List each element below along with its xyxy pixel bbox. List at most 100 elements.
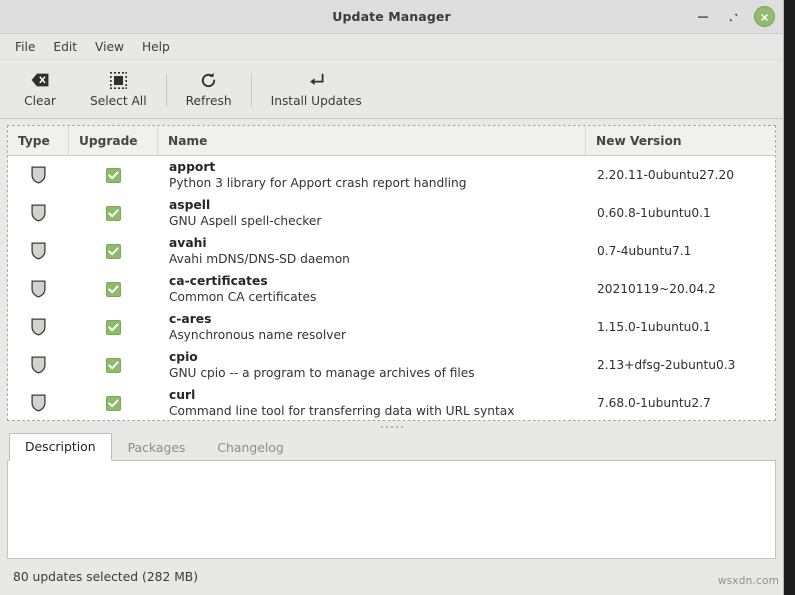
package-name: aspell: [169, 197, 211, 212]
toolbar-separator-2: [250, 73, 252, 107]
window-controls: [694, 0, 775, 33]
shield-icon: [31, 280, 46, 298]
cell-new-version: 0.60.8-1ubuntu0.1: [597, 206, 711, 220]
package-description: Asynchronous name resolver: [169, 327, 346, 342]
table-row[interactable]: curl Command line tool for transferring d…: [8, 384, 775, 420]
select-all-button[interactable]: Select All: [76, 62, 161, 118]
cell-upgrade[interactable]: [69, 194, 158, 232]
package-description: GNU Aspell spell-checker: [169, 213, 322, 228]
cell-upgrade[interactable]: [69, 270, 158, 308]
cell-new-version: 7.68.0-1ubuntu2.7: [597, 396, 711, 410]
cell-name: avahi Avahi mDNS/DNS-SD daemon: [158, 232, 586, 270]
refresh-label: Refresh: [185, 93, 232, 108]
refresh-icon: [200, 71, 217, 90]
package-description: Python 3 library for Apport crash report…: [169, 175, 467, 190]
cell-upgrade[interactable]: [69, 308, 158, 346]
titlebar[interactable]: Update Manager: [0, 0, 783, 34]
cell-name: cpio GNU cpio -- a program to manage arch…: [158, 346, 586, 384]
shield-icon: [31, 318, 46, 336]
upgrade-checkbox[interactable]: [106, 319, 121, 335]
package-name: cpio: [169, 349, 198, 364]
package-description: GNU cpio -- a program to manage archives…: [169, 365, 475, 380]
cell-new-version: 2.20.11-0ubuntu27.20: [597, 168, 734, 182]
shield-icon: [31, 394, 46, 412]
clear-icon: [31, 71, 49, 90]
package-name: curl: [169, 387, 196, 402]
cell-name: c-ares Asynchronous name resolver: [158, 308, 586, 346]
table-row[interactable]: cpio GNU cpio -- a program to manage arch…: [8, 346, 775, 384]
close-button[interactable]: [754, 6, 775, 27]
tab-description[interactable]: Description: [9, 433, 112, 461]
cell-upgrade[interactable]: [69, 232, 158, 270]
cell-type: [8, 384, 69, 420]
cell-new-version: 2.13+dfsg-2ubuntu0.3: [597, 358, 736, 372]
shield-icon: [31, 166, 46, 184]
toolbar-separator-1: [165, 73, 167, 107]
toolbar: Clear Select All Refresh Install Updates: [0, 60, 783, 119]
upgrade-checkbox[interactable]: [106, 395, 121, 411]
cell-type: [8, 156, 69, 194]
select-all-icon: [109, 71, 127, 90]
menu-edit[interactable]: Edit: [44, 37, 86, 57]
upgrade-checkbox[interactable]: [106, 205, 121, 221]
package-name: apport: [169, 159, 216, 174]
clear-button[interactable]: Clear: [4, 62, 76, 118]
cell-name: aspell GNU Aspell spell-checker: [158, 194, 586, 232]
install-updates-button[interactable]: Install Updates: [257, 62, 376, 118]
upgrade-checkbox[interactable]: [106, 243, 121, 259]
splitter-dot: [395, 425, 398, 428]
cell-new-version: 20210119~20.04.2: [597, 282, 716, 296]
tab-packages[interactable]: Packages: [112, 434, 202, 461]
window-title: Update Manager: [332, 9, 451, 24]
tab-changelog[interactable]: Changelog: [201, 434, 299, 461]
column-header-type[interactable]: Type: [8, 126, 69, 155]
upgrade-checkbox[interactable]: [106, 281, 121, 297]
package-description: Command line tool for transferring data …: [169, 403, 515, 418]
update-manager-window: Update Manager File Edit View Help Clear…: [0, 0, 784, 595]
cell-type: [8, 346, 69, 384]
menu-file[interactable]: File: [6, 37, 44, 57]
cell-upgrade[interactable]: [69, 346, 158, 384]
cell-new-version: 0.7-4ubuntu7.1: [597, 244, 692, 258]
shield-icon: [31, 242, 46, 260]
watermark: wsxdn.com: [717, 575, 779, 587]
cell-type: [8, 270, 69, 308]
maximize-icon: [729, 7, 738, 26]
table-row[interactable]: aspell GNU Aspell spell-checker 0.60.8-1ub…: [8, 194, 775, 232]
cell-upgrade[interactable]: [69, 156, 158, 194]
table-row[interactable]: c-ares Asynchronous name resolver 1.15.0-1…: [8, 308, 775, 346]
cell-name: ca-certificates Common CA certificates: [158, 270, 586, 308]
package-description: Common CA certificates: [169, 289, 317, 304]
install-updates-icon: [308, 71, 325, 90]
details-tabstrip: Description Packages Changelog: [7, 432, 776, 461]
table-row[interactable]: apport Python 3 library for Apport crash …: [8, 156, 775, 194]
cell-name: curl Command line tool for transferring d…: [158, 384, 586, 420]
select-all-label: Select All: [90, 93, 147, 108]
description-panel[interactable]: [7, 461, 776, 559]
screenshot-root: Update Manager File Edit View Help Clear…: [0, 0, 795, 595]
close-icon: [760, 7, 769, 26]
maximize-button[interactable]: [724, 8, 742, 26]
menu-help[interactable]: Help: [133, 37, 179, 57]
refresh-button[interactable]: Refresh: [172, 62, 246, 118]
package-name: ca-certificates: [169, 273, 268, 288]
column-header-upgrade[interactable]: Upgrade: [69, 126, 158, 155]
column-header-name[interactable]: Name: [158, 126, 586, 155]
cell-type: [8, 232, 69, 270]
menu-view[interactable]: View: [86, 37, 133, 57]
shield-icon: [31, 204, 46, 222]
table-body: apport Python 3 library for Apport crash …: [8, 156, 775, 420]
cell-upgrade[interactable]: [69, 384, 158, 420]
table-row[interactable]: ca-certificates Common CA certificates 202…: [8, 270, 775, 308]
package-name: c-ares: [169, 311, 212, 326]
splitter-dot: [400, 425, 403, 428]
pane-splitter[interactable]: [0, 421, 783, 432]
minimize-icon: [698, 7, 708, 26]
table-row[interactable]: avahi Avahi mDNS/DNS-SD daemon 0.7-4ubuntu…: [8, 232, 775, 270]
upgrade-checkbox[interactable]: [106, 357, 121, 373]
splitter-dot: [385, 425, 388, 428]
minimize-button[interactable]: [694, 8, 712, 26]
column-header-new-version[interactable]: New Version: [586, 126, 775, 155]
upgrade-checkbox[interactable]: [106, 167, 121, 183]
updates-table[interactable]: Type Upgrade Name New Version apport Pyth…: [7, 125, 776, 421]
